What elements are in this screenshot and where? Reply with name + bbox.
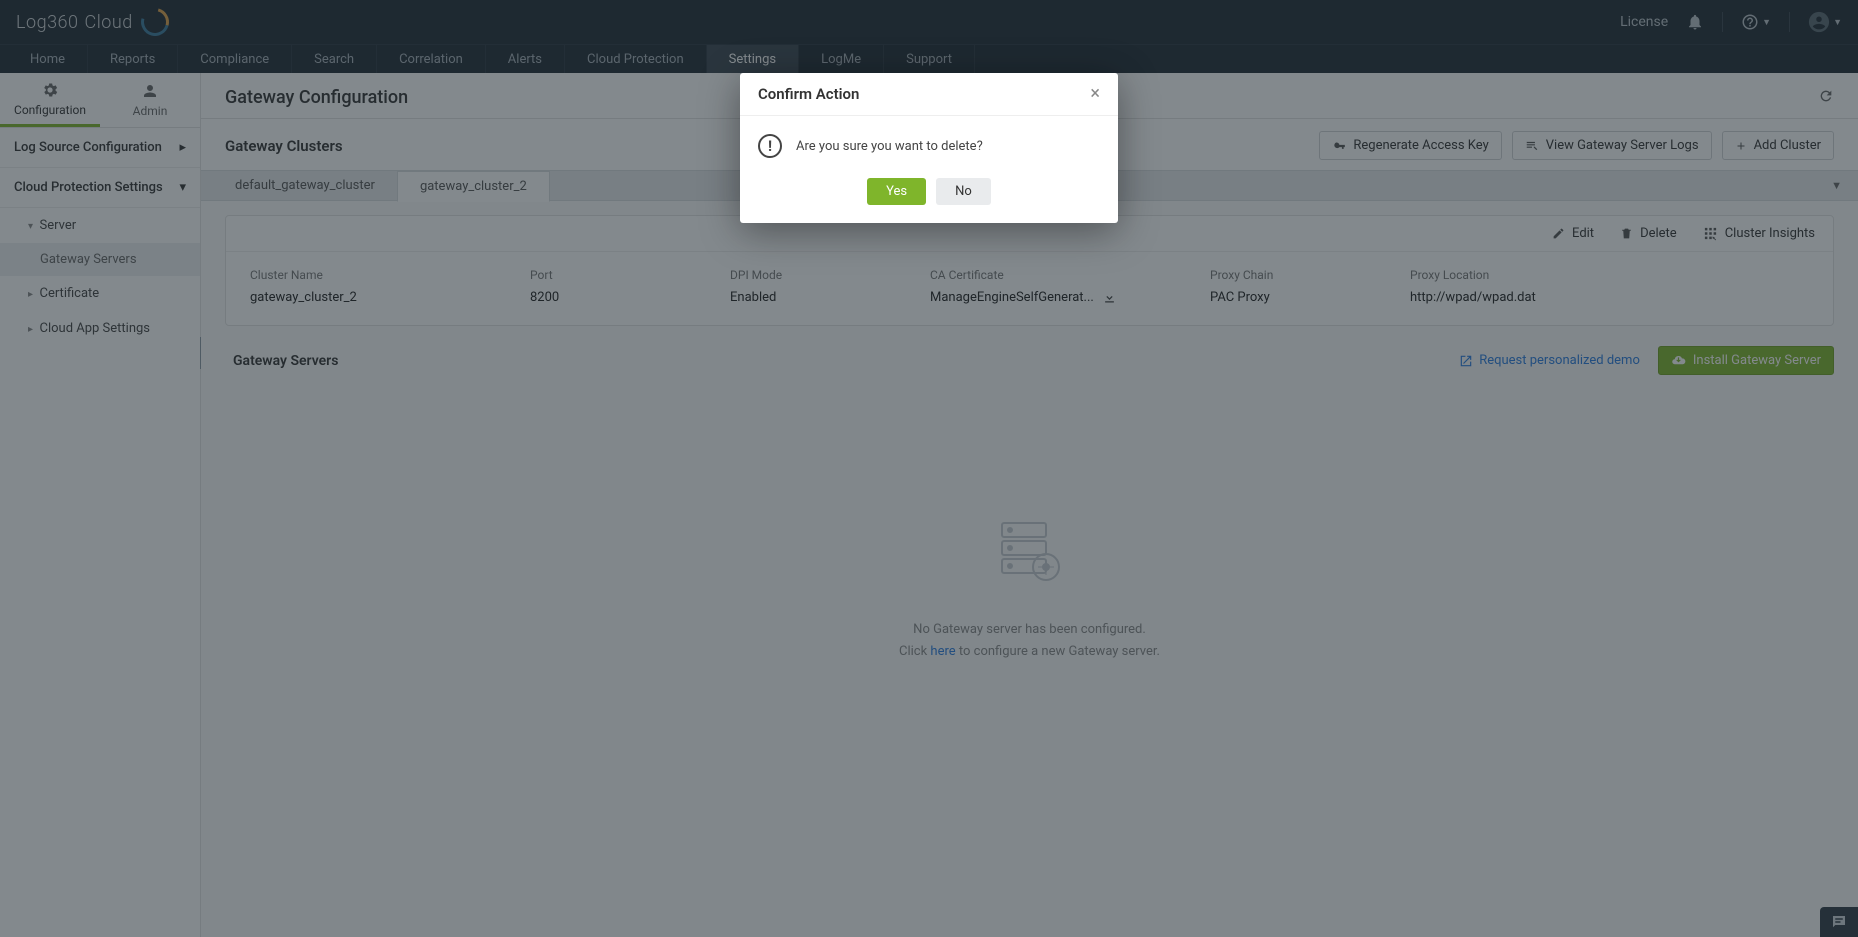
- modal-text: Are you sure you want to delete?: [796, 139, 983, 154]
- modal-title: Confirm Action: [758, 85, 859, 103]
- confirm-modal: Confirm Action × ! Are you sure you want…: [740, 73, 1118, 223]
- modal-header: Confirm Action ×: [740, 73, 1118, 116]
- modal-footer: Yes No: [740, 170, 1118, 223]
- modal-close-icon[interactable]: ×: [1090, 85, 1100, 103]
- warning-icon: !: [758, 134, 782, 158]
- confirm-no-button[interactable]: No: [936, 178, 991, 205]
- confirm-yes-button[interactable]: Yes: [867, 178, 926, 205]
- modal-overlay: Confirm Action × ! Are you sure you want…: [0, 0, 1858, 937]
- modal-body: ! Are you sure you want to delete?: [740, 116, 1118, 170]
